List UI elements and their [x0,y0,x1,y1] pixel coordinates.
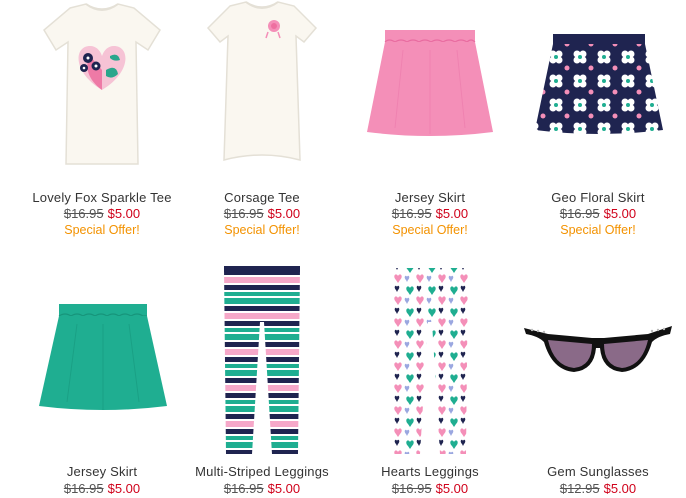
product-prices: $16.95 $5.00 [178,206,346,221]
product-image[interactable] [346,262,514,457]
product-name[interactable]: Geo Floral Skirt [504,190,686,205]
product-prices: $16.95 $5.00 [346,481,514,496]
product-prices: $16.95 $5.00 [18,481,186,496]
product-image[interactable] [18,0,186,180]
original-price: $12.95 [559,481,600,496]
special-offer-link[interactable]: Special Offer! [514,223,682,237]
original-price: $16.95 [63,206,104,221]
sale-price: $5.00 [435,206,469,221]
original-price: $16.95 [391,481,432,496]
product-prices: $16.95 $5.00 [346,206,514,221]
original-price: $16.95 [63,481,104,496]
product-image[interactable] [514,0,682,180]
sale-price: $5.00 [107,206,141,221]
sale-price: $5.00 [603,206,637,221]
special-offer-link[interactable]: Special Offer! [178,223,346,237]
product-name[interactable]: Hearts Leggings [336,464,524,479]
product-image[interactable] [514,262,682,457]
product-grid: Lovely Fox Sparkle Tee $16.95 $5.00 Speci… [0,0,686,498]
product-image[interactable] [178,262,346,457]
product-prices: $12.95 $5.00 [514,481,682,496]
product-image[interactable] [346,0,514,180]
sale-price: $5.00 [267,481,301,496]
product-name[interactable]: Gem Sunglasses [504,464,686,479]
original-price: $16.95 [223,481,264,496]
original-price: $16.95 [223,206,264,221]
product-name[interactable]: Corsage Tee [168,190,356,205]
product-prices: $16.95 $5.00 [514,206,682,221]
original-price: $16.95 [559,206,600,221]
product-name[interactable]: Multi-Striped Leggings [168,464,356,479]
original-price: $16.95 [391,206,432,221]
product-image[interactable] [178,0,346,180]
special-offer-link[interactable]: Special Offer! [18,223,186,237]
product-image[interactable] [18,262,186,452]
product-name[interactable]: Jersey Skirt [336,190,524,205]
product-prices: $16.95 $5.00 [178,481,346,496]
sale-price: $5.00 [435,481,469,496]
sale-price: $5.00 [267,206,301,221]
product-prices: $16.95 $5.00 [18,206,186,221]
special-offer-link[interactable]: Special Offer! [346,223,514,237]
sale-price: $5.00 [107,481,141,496]
sale-price: $5.00 [603,481,637,496]
